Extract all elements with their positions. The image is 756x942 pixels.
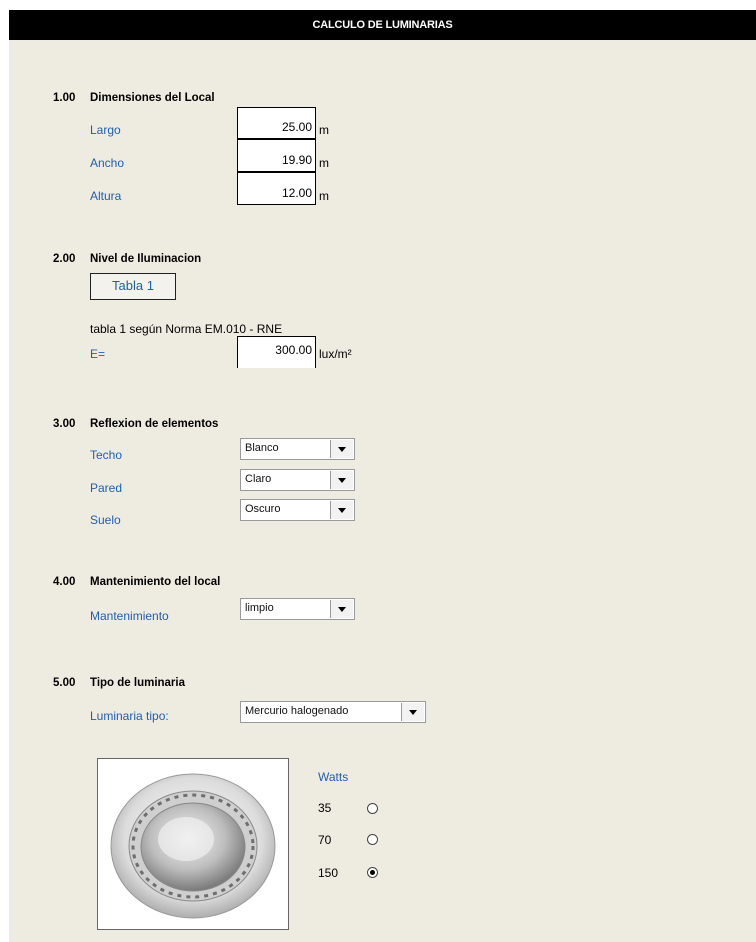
techo-label: Techo — [90, 448, 123, 462]
watts-option-150-label: 150 — [318, 866, 339, 880]
section-2-title: Nivel de Iluminacion — [90, 253, 202, 265]
watts-150-radio[interactable] — [367, 867, 378, 878]
section-1-number: 1.00 — [53, 92, 76, 104]
watts-option-35-label: 35 — [318, 801, 332, 815]
watts-option-70-label: 70 — [318, 833, 332, 847]
altura-value[interactable]: 12.00 — [237, 172, 316, 205]
e-label: E= — [90, 347, 106, 361]
section-1-title: Dimensiones del Local — [90, 92, 215, 104]
pared-value: Claro — [245, 473, 272, 485]
chevron-down-icon[interactable] — [330, 501, 353, 519]
page-title: CALCULO DE LUMINARIAS — [9, 10, 756, 40]
chevron-down-icon[interactable] — [401, 703, 424, 721]
mantenimiento-value: limpio — [245, 602, 274, 614]
downlight-icon — [110, 773, 276, 919]
largo-label: Largo — [90, 123, 121, 137]
mantenimiento-dropdown[interactable]: limpio — [240, 598, 355, 620]
chevron-down-icon[interactable] — [330, 471, 353, 489]
norma-note: tabla 1 según Norma EM.010 - RNE — [90, 322, 283, 336]
altura-label: Altura — [90, 189, 122, 203]
luminaria-tipo-label: Luminaria tipo: — [90, 709, 169, 723]
mantenimiento-label: Mantenimiento — [90, 609, 169, 623]
luminaire-image — [97, 758, 289, 930]
suelo-label: Suelo — [90, 513, 121, 527]
section-3-number: 3.00 — [53, 418, 76, 430]
section-4-number: 4.00 — [53, 576, 76, 588]
section-3-title: Reflexion de elementos — [90, 418, 219, 430]
chevron-down-icon[interactable] — [330, 440, 353, 458]
e-unit: lux/m² — [319, 347, 352, 361]
e-value[interactable]: 300.00 — [237, 336, 316, 368]
watts-label: Watts — [318, 770, 349, 784]
tabla-1-button[interactable]: Tabla 1 — [90, 273, 176, 300]
ancho-unit: m — [319, 156, 329, 170]
suelo-dropdown[interactable]: Oscuro — [240, 499, 355, 521]
luminaria-tipo-value: Mercurio halogenado — [245, 705, 349, 717]
luminaria-tipo-dropdown[interactable]: Mercurio halogenado — [240, 701, 426, 723]
techo-dropdown[interactable]: Blanco — [240, 438, 355, 460]
ancho-label: Ancho — [90, 156, 125, 170]
watts-70-radio[interactable] — [367, 834, 378, 845]
section-5-number: 5.00 — [53, 677, 76, 689]
largo-unit: m — [319, 123, 329, 137]
pared-label: Pared — [90, 481, 123, 495]
watts-35-radio[interactable] — [367, 803, 378, 814]
section-5-title: Tipo de luminaria — [90, 677, 185, 689]
largo-value[interactable]: 25.00 — [237, 107, 316, 139]
altura-unit: m — [319, 189, 329, 203]
section-4-title: Mantenimiento del local — [90, 576, 221, 588]
pared-dropdown[interactable]: Claro — [240, 469, 355, 491]
suelo-value: Oscuro — [245, 503, 281, 515]
ancho-value[interactable]: 19.90 — [237, 139, 316, 172]
chevron-down-icon[interactable] — [330, 600, 353, 618]
techo-value: Blanco — [245, 442, 279, 454]
section-2-number: 2.00 — [53, 253, 76, 265]
